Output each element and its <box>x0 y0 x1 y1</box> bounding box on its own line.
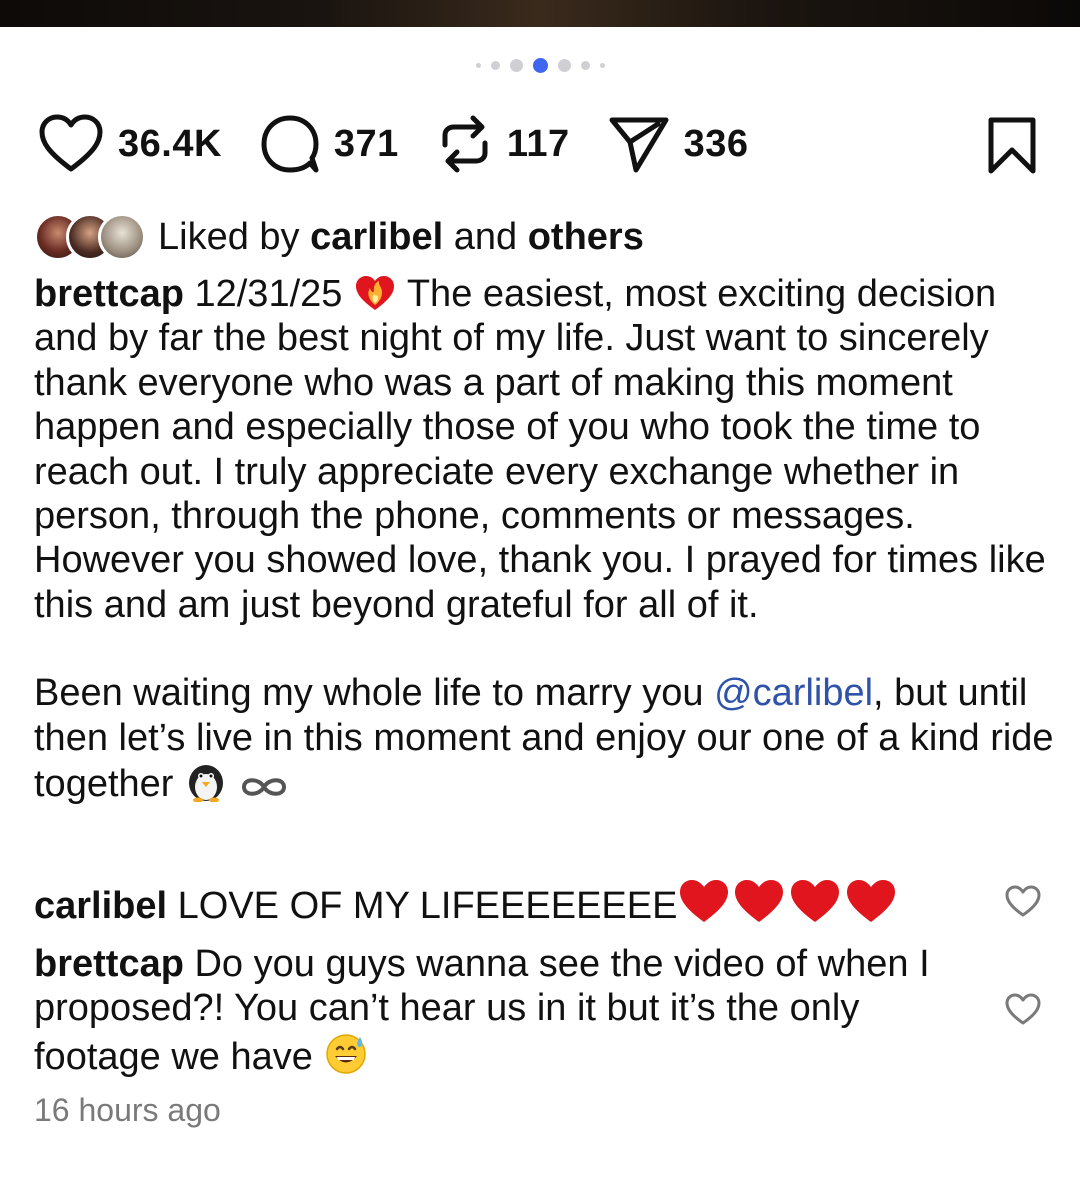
comment-item: brettcap Do you guys wanna see the video… <box>34 942 994 1079</box>
repost-button[interactable]: 117 <box>437 113 570 175</box>
red-heart-icon <box>680 880 729 922</box>
carousel-dot <box>599 63 605 68</box>
heart-outline-icon <box>1005 885 1041 917</box>
carousel-dot-active <box>532 58 548 73</box>
share-button[interactable]: 336 <box>608 114 749 174</box>
save-button[interactable] <box>986 116 1038 181</box>
liker-avatars[interactable] <box>34 213 146 261</box>
caption-text: The easiest, most exciting decision and … <box>34 273 1046 626</box>
red-heart-icon <box>847 880 896 922</box>
share-count[interactable]: 336 <box>684 123 749 166</box>
like-button[interactable]: 36.4K <box>38 114 222 174</box>
caption-paragraph: Been waiting my whole life to marry you … <box>34 671 1054 806</box>
carousel-dot <box>475 63 481 68</box>
caption-username[interactable]: brettcap <box>34 273 184 315</box>
comment-like-button[interactable] <box>1004 992 1042 1031</box>
post-timestamp: 16 hours ago <box>34 1092 221 1128</box>
repost-icon <box>442 115 488 173</box>
carousel-dot <box>509 59 523 72</box>
infinity-icon <box>241 778 286 796</box>
liked-by-others[interactable]: others <box>528 216 644 259</box>
carousel-indicator <box>0 58 1080 73</box>
comment-like-button[interactable] <box>1004 884 1042 923</box>
avatar[interactable] <box>98 213 146 261</box>
red-heart-icon <box>735 880 784 922</box>
like-count[interactable]: 36.4K <box>118 123 222 166</box>
mention-link[interactable]: @carlibel <box>714 672 873 714</box>
heart-on-fire-icon <box>355 276 394 310</box>
liked-by-conjunction: and <box>453 215 518 258</box>
comment-text: LOVE OF MY LIFEEEEEEEE <box>177 885 678 927</box>
red-heart-icon <box>791 880 840 922</box>
penguin-icon <box>189 765 224 803</box>
action-bar: 36.4K 371 117 336 <box>38 110 1038 178</box>
carousel-dot <box>580 61 590 70</box>
carousel-dot <box>490 61 500 70</box>
comment-item: carlibel LOVE OF MY LIFEEEEEEEE <box>34 878 994 928</box>
comment-count[interactable]: 371 <box>334 123 399 166</box>
caption-paragraph: brettcap 12/31/25 The easiest, most exci… <box>34 272 1054 627</box>
carousel-dot <box>557 59 571 72</box>
caption-date: 12/31/25 <box>194 273 343 315</box>
bookmark-icon <box>988 117 1036 174</box>
heart-icon <box>39 114 103 172</box>
liked-by-row[interactable]: Liked by carlibel and others <box>34 210 644 264</box>
repost-count[interactable]: 117 <box>507 123 570 166</box>
liked-by-prefix: Liked by <box>158 215 300 258</box>
caption-text: Been waiting my whole life to marry you <box>34 672 704 715</box>
comment-username[interactable]: carlibel <box>34 885 167 927</box>
comment-button[interactable]: 371 <box>260 114 399 174</box>
comment-username[interactable]: brettcap <box>34 943 184 985</box>
liked-by-user[interactable]: carlibel <box>310 216 443 259</box>
heart-outline-icon <box>1005 993 1041 1025</box>
post-photo[interactable] <box>0 0 1080 27</box>
send-icon <box>609 117 669 173</box>
comment-icon <box>261 115 319 173</box>
post-caption: brettcap 12/31/25 The easiest, most exci… <box>34 272 1054 850</box>
grinning-sweat-icon <box>326 1034 367 1074</box>
